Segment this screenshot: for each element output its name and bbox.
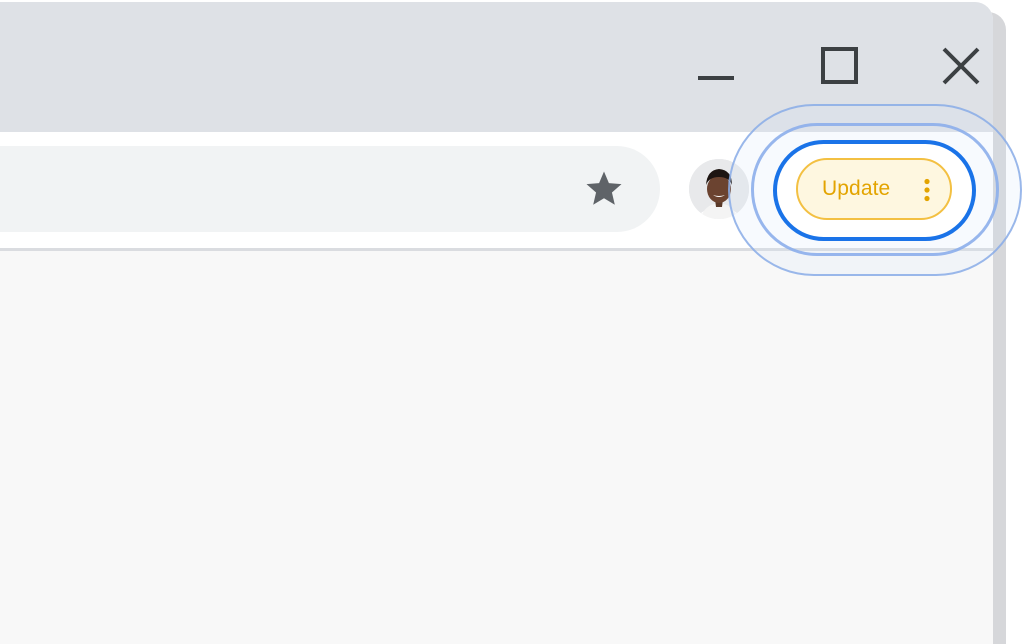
close-icon (942, 47, 980, 85)
minimize-button[interactable] (686, 36, 746, 96)
browser-window (0, 2, 993, 644)
update-button[interactable]: Update (796, 158, 952, 220)
more-vert-icon (924, 178, 930, 202)
maximize-button[interactable] (810, 36, 870, 96)
maximize-icon (821, 47, 858, 84)
page-content-area (0, 251, 993, 644)
stage: Update (0, 0, 1024, 644)
address-bar[interactable] (0, 146, 660, 232)
update-button-label: Update (822, 177, 891, 200)
bookmark-star-button[interactable] (582, 167, 626, 211)
star-icon (586, 171, 622, 205)
minimize-icon (698, 76, 734, 80)
close-button[interactable] (931, 36, 991, 96)
